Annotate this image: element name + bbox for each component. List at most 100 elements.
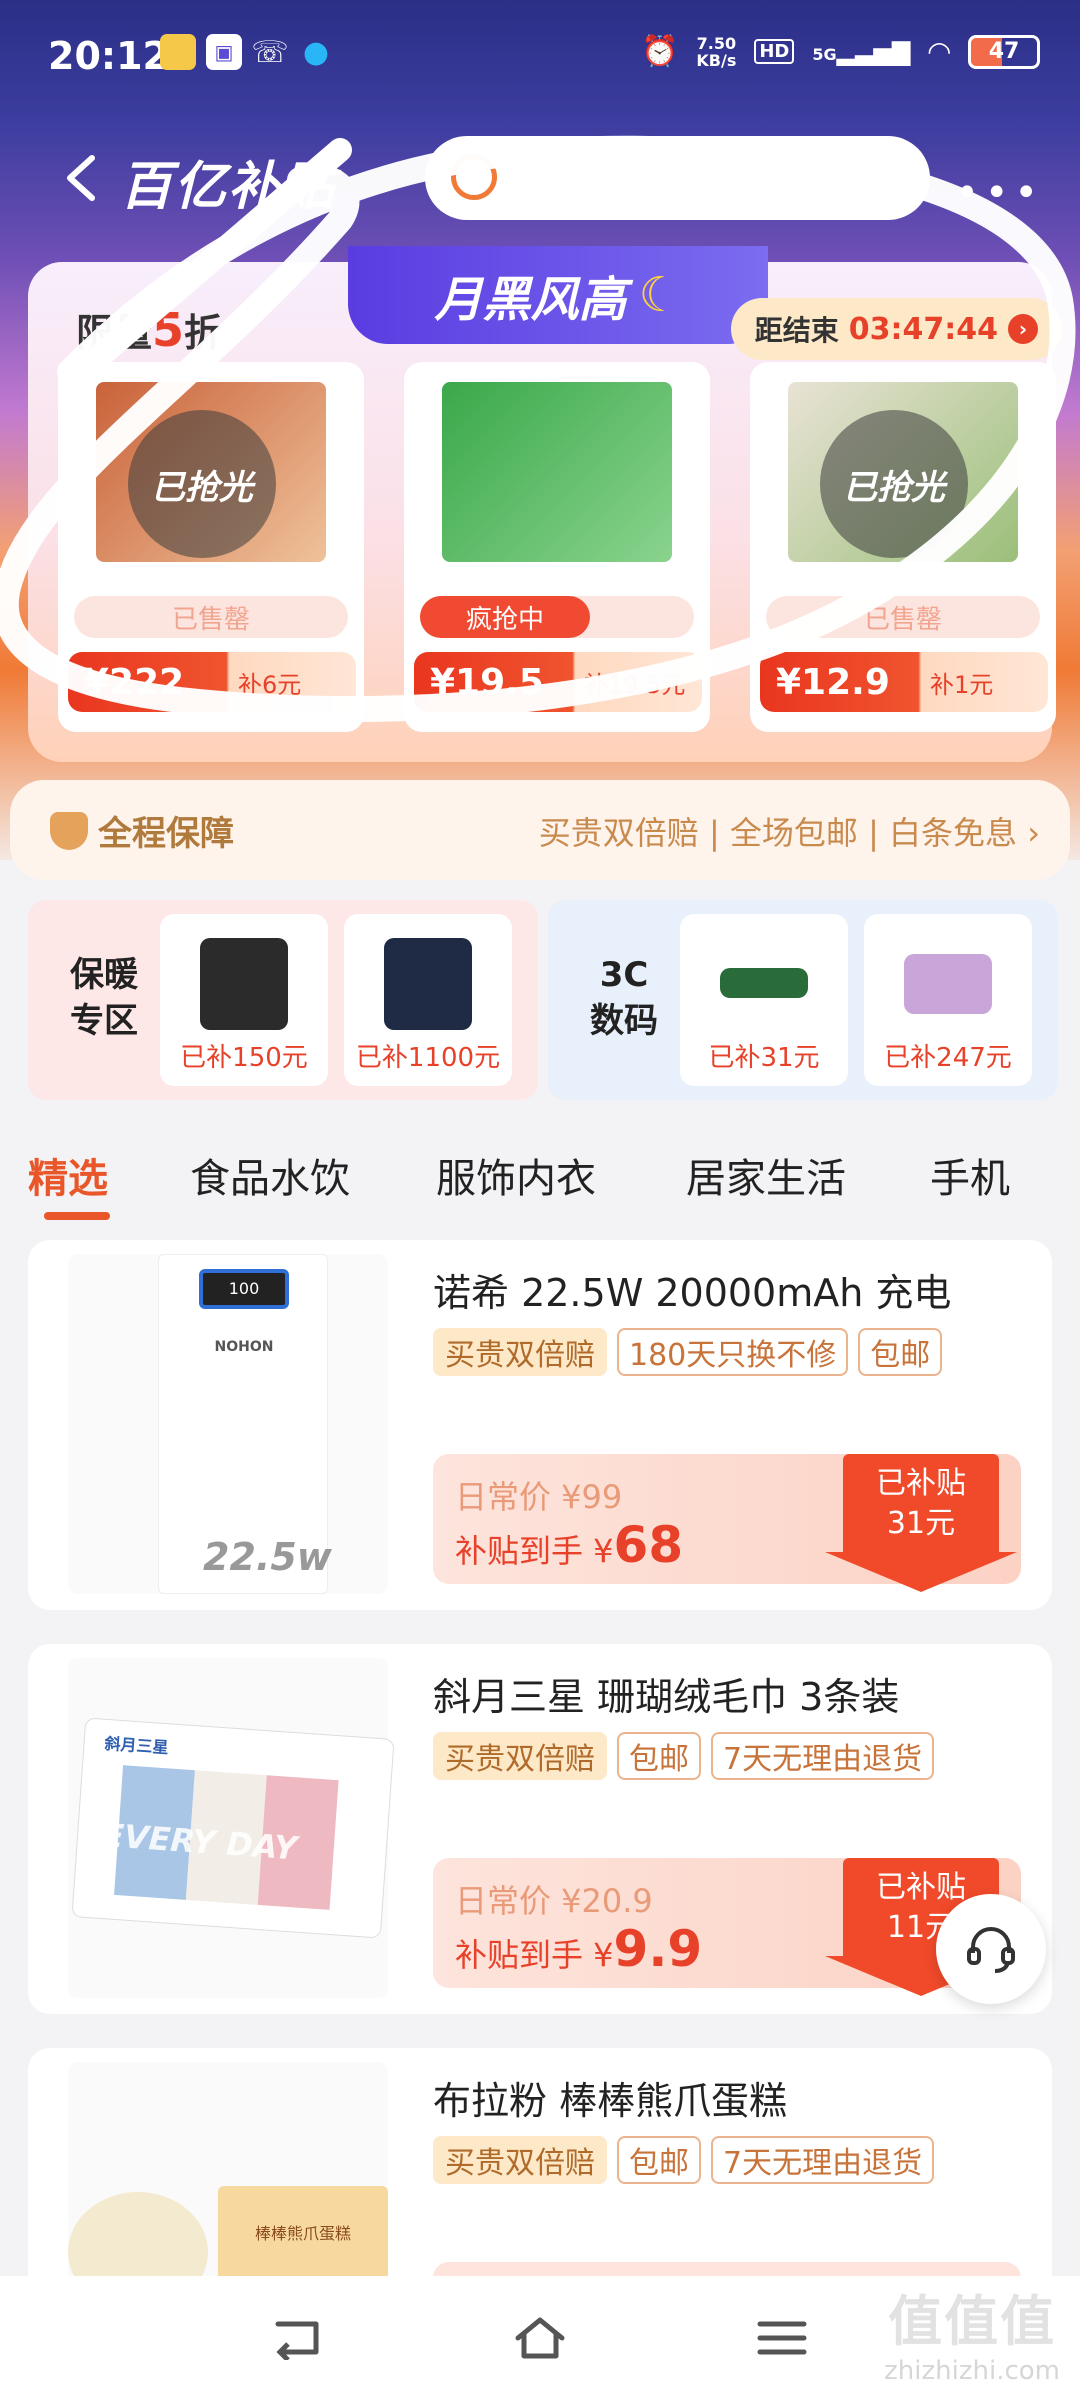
zone-title-line1: 保暖 bbox=[70, 955, 138, 995]
watermark: 值值值 zhizhizhi.com bbox=[884, 2277, 1060, 2386]
tablet-image bbox=[904, 954, 992, 1014]
flash-card[interactable]: 已抢光 已售罄 ¥222 补6元 bbox=[58, 362, 364, 732]
zone-warm[interactable]: 保暖专区 已补150元 已补1100元 bbox=[28, 900, 538, 1100]
tab-food[interactable]: 食品水饮 bbox=[190, 1146, 350, 1204]
back-arrow-icon[interactable] bbox=[56, 150, 112, 206]
product-card[interactable]: 斜月三星 EVERY DAY 斜月三星 珊瑚绒毛巾 3条装 买贵双倍赔 包邮 7… bbox=[28, 1644, 1052, 2014]
zone-title-line2: 专区 bbox=[70, 1001, 138, 1041]
product-tags: 买贵双倍赔 包邮 7天无理由退货 bbox=[433, 1732, 935, 1780]
limit-number: 5 bbox=[152, 303, 185, 357]
customer-service-button[interactable] bbox=[936, 1894, 1046, 2004]
tag: 180天只换不修 bbox=[617, 1328, 849, 1376]
brand-logo: 百亿补贴 bbox=[120, 157, 337, 217]
tag: 包邮 bbox=[617, 1732, 701, 1780]
original-price: 日常价 ¥20.9 bbox=[455, 1882, 653, 1920]
headset-icon bbox=[967, 1927, 1015, 1973]
tag: 买贵双倍赔 bbox=[433, 1328, 607, 1376]
jacket-image bbox=[200, 938, 288, 1030]
flash-sale-panel: 月黑风高 ☾ 限量5折 距结束 03:47:44 › 已抢光 已售罄 ¥222 补6… bbox=[28, 246, 1062, 762]
card-subsidy: 补19.5元 bbox=[584, 670, 686, 699]
back-nav-icon[interactable] bbox=[272, 2316, 324, 2360]
category-tabs: 精选 食品水饮 服饰内衣 居家生活 手机 bbox=[0, 1140, 1080, 1220]
card-price-value: ¥12.9 bbox=[776, 661, 890, 703]
menu-nav-icon[interactable] bbox=[756, 2316, 808, 2360]
subsidized-price-value: 68 bbox=[613, 1516, 684, 1574]
active-tab-indicator bbox=[44, 1212, 110, 1220]
card-price-value: ¥19.5 bbox=[430, 661, 544, 703]
status-time: 20:12 bbox=[48, 34, 169, 78]
guarantee-benefits: 买贵双倍赔 | 全场包邮 | 白条免息 › bbox=[538, 814, 1040, 852]
product-tags: 买贵双倍赔 包邮 7天无理由退货 bbox=[433, 2136, 935, 2184]
watermark-logo: 值值值 bbox=[888, 2290, 1057, 2353]
zone-item[interactable]: 已补31元 bbox=[680, 914, 848, 1086]
zone-title: 3C 数码 bbox=[574, 952, 674, 1044]
tab-phone[interactable]: 手机 bbox=[930, 1146, 1010, 1204]
zone-title: 保暖 专区 bbox=[54, 952, 154, 1044]
hd-icon: HD bbox=[754, 39, 795, 64]
flash-cards: 已抢光 已售罄 ¥222 补6元 疯抢中 ¥19.5 补19.5元 已抢光 已售罄 … bbox=[58, 362, 1058, 742]
zone-item-label: 已补31元 bbox=[708, 1043, 820, 1073]
home-nav-icon[interactable] bbox=[514, 2316, 566, 2360]
power-bank-label: 22.5w bbox=[203, 1535, 332, 1579]
tag: 买贵双倍赔 bbox=[433, 1732, 607, 1780]
card-price: ¥222 补6元 bbox=[68, 652, 356, 712]
tag: 7天无理由退货 bbox=[711, 2136, 935, 2184]
notification-app-icon bbox=[160, 34, 196, 70]
card-status-label: 疯抢中 bbox=[420, 596, 590, 638]
ssd-image bbox=[720, 968, 808, 998]
product-card[interactable]: 棒棒熊爪蛋糕 布拉粉 棒棒熊爪蛋糕 买贵双倍赔 包邮 7天无理由退货 bbox=[28, 2048, 1052, 2308]
battery-level: 47 bbox=[988, 39, 1020, 64]
towel-brand: 斜月三星 bbox=[103, 1733, 170, 1758]
ribbon-title: 月黑风高 bbox=[434, 272, 627, 328]
product-title: 布拉粉 棒棒熊爪蛋糕 bbox=[433, 2079, 788, 2123]
card-status: 已售罄 bbox=[74, 596, 348, 638]
limit-discount-label: 限量5折 bbox=[76, 302, 222, 357]
flash-card[interactable]: 疯抢中 ¥19.5 补19.5元 bbox=[404, 362, 710, 732]
tab-apparel[interactable]: 服饰内衣 bbox=[436, 1146, 596, 1204]
notification-app-icon: ▣ bbox=[206, 34, 242, 70]
card-subsidy: 补6元 bbox=[238, 670, 302, 699]
limit-prefix: 限量 bbox=[76, 311, 153, 355]
power-bank-shape: 100 NOHON 22.5w bbox=[158, 1254, 332, 1594]
product-image: 100 NOHON 22.5w bbox=[68, 1254, 388, 1594]
price-box: 日常价 ¥99 补贴到手 ¥68 已补贴 31元 bbox=[433, 1454, 1021, 1592]
status-right: ⏰ 7.50 KB/s HD 5G▂▃▅▇ ◠ 47 bbox=[641, 34, 1040, 69]
subsidy-badge-arrow bbox=[825, 1552, 1017, 1592]
chevron-right-icon: › bbox=[1008, 314, 1038, 344]
tab-home[interactable]: 居家生活 bbox=[686, 1146, 846, 1204]
qq-icon: ● bbox=[302, 34, 330, 70]
card-status: 疯抢中 bbox=[420, 596, 694, 638]
subsidy-badge-text: 已补贴 31元 bbox=[843, 1464, 999, 1544]
guarantee-strip[interactable]: 全程保障 买贵双倍赔 | 全场包邮 | 白条免息 › bbox=[10, 780, 1070, 880]
tab-featured[interactable]: 精选 bbox=[28, 1146, 108, 1204]
sold-out-badge: 已抢光 bbox=[820, 410, 968, 558]
tag: 买贵双倍赔 bbox=[433, 2136, 607, 2184]
subsidized-price-label: 补贴到手 ¥ bbox=[455, 1532, 614, 1570]
card-status: 已售罄 bbox=[766, 596, 1040, 638]
flash-sale-ribbon: 月黑风高 ☾ bbox=[348, 246, 768, 344]
zone-item[interactable]: 已补150元 bbox=[160, 914, 328, 1086]
more-icon[interactable]: ••• bbox=[955, 170, 1044, 216]
zone-item-label: 已补150元 bbox=[180, 1043, 308, 1073]
zone-item[interactable]: 已补1100元 bbox=[344, 914, 512, 1086]
watermark-url: zhizhizhi.com bbox=[884, 2356, 1060, 2386]
zone-tech[interactable]: 3C 数码 已补31元 已补247元 bbox=[548, 900, 1058, 1100]
search-input[interactable] bbox=[425, 136, 930, 220]
flash-card[interactable]: 已抢光 已售罄 ¥12.9 补1元 bbox=[750, 362, 1056, 732]
sold-out-badge: 已抢光 bbox=[128, 410, 276, 558]
product-title: 斜月三星 珊瑚绒毛巾 3条装 bbox=[433, 1675, 900, 1719]
tag: 7天无理由退货 bbox=[711, 1732, 935, 1780]
power-bank-screen: 100 bbox=[199, 1269, 289, 1309]
product-image: 斜月三星 EVERY DAY bbox=[68, 1658, 395, 1998]
product-image bbox=[442, 382, 672, 562]
subsidized-price: 补贴到手 ¥68 bbox=[455, 1516, 683, 1574]
signal-icon: 5G▂▃▅▇ bbox=[812, 37, 911, 66]
zone-item-label: 已补247元 bbox=[884, 1043, 1012, 1073]
alarm-icon: ⏰ bbox=[641, 34, 679, 69]
net-speed: 7.50 KB/s bbox=[696, 35, 736, 69]
product-card[interactable]: 100 NOHON 22.5w 诺希 22.5W 20000mAh 充电 买贵双… bbox=[28, 1240, 1052, 1610]
zone-item[interactable]: 已补247元 bbox=[864, 914, 1032, 1086]
tag: 包邮 bbox=[617, 2136, 701, 2184]
system-nav-bar: 值值值 zhizhizhi.com bbox=[0, 2276, 1080, 2400]
countdown[interactable]: 距结束 03:47:44 › bbox=[730, 298, 1062, 360]
